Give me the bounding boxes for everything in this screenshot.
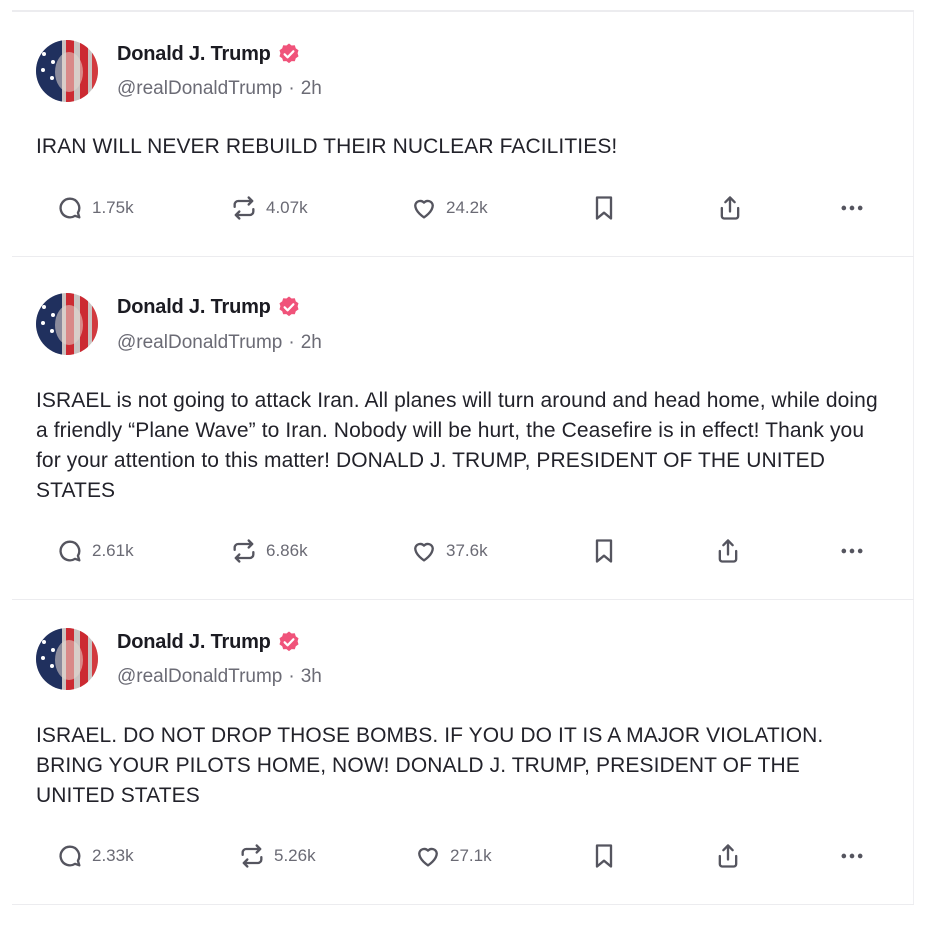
heart-icon [418, 847, 438, 867]
post[interactable]: Donald J. Trump @realDonaldTrump · 2h ISRA… [12, 256, 914, 599]
verified-badge-icon [279, 296, 299, 317]
like-button[interactable]: 37.6k [410, 537, 488, 565]
share-button[interactable] [716, 194, 744, 222]
avatar[interactable] [36, 628, 98, 690]
post-time[interactable]: 2h [301, 78, 322, 99]
feed: Donald J. Trump @realDonaldTrump · 2h IRAN… [0, 0, 928, 931]
bookmark-icon [595, 539, 613, 563]
reply-button[interactable]: 2.61k [56, 537, 134, 565]
separator: · [288, 78, 295, 99]
reply-button[interactable]: 2.33k [56, 842, 134, 870]
next-post-edge [12, 904, 914, 931]
previous-post-edge [12, 0, 914, 11]
post[interactable]: Donald J. Trump @realDonaldTrump · 2h IRAN… [12, 11, 914, 256]
post-text: IRAN WILL NEVER REBUILD THEIR NUCLEAR FA… [36, 135, 618, 158]
avatar[interactable] [36, 40, 98, 102]
verified-badge-icon [279, 631, 299, 652]
more-icon [841, 853, 863, 859]
more-icon [841, 548, 863, 554]
share-icon [718, 539, 738, 563]
repost-button[interactable]: 5.26k [238, 842, 316, 870]
author-name[interactable]: Donald J. Trump [117, 43, 271, 66]
like-count: 27.1k [450, 846, 492, 865]
action-bar: 1.75k 4.07k 24.2k [12, 194, 914, 230]
verified-badge-icon [279, 43, 299, 64]
separator: · [288, 666, 295, 687]
repost-icon [233, 539, 255, 563]
reply-button[interactable]: 1.75k [56, 194, 134, 222]
more-icon [841, 205, 863, 211]
heart-icon [414, 199, 434, 219]
separator: · [288, 332, 295, 353]
reply-count: 1.75k [92, 198, 134, 217]
bookmark-icon [595, 196, 613, 220]
author-name[interactable]: Donald J. Trump [117, 296, 271, 319]
like-count: 24.2k [446, 198, 488, 217]
reply-count: 2.33k [92, 846, 134, 865]
reply-icon [59, 845, 81, 867]
share-icon [718, 844, 738, 868]
post-time[interactable]: 3h [301, 666, 322, 687]
repost-button[interactable]: 6.86k [230, 537, 308, 565]
heart-icon [414, 542, 434, 562]
more-button[interactable] [838, 537, 866, 565]
more-button[interactable] [838, 842, 866, 870]
post-text: ISRAEL is not going to attack Iran. All … [36, 389, 878, 502]
avatar[interactable] [36, 293, 98, 355]
action-bar: 2.33k 5.26k 27.1k [12, 842, 914, 878]
reply-icon [59, 197, 81, 219]
like-button[interactable]: 27.1k [414, 842, 492, 870]
repost-count: 6.86k [266, 541, 308, 560]
repost-count: 4.07k [266, 198, 308, 217]
repost-icon [233, 196, 255, 220]
repost-count: 5.26k [274, 846, 316, 865]
reply-count: 2.61k [92, 541, 134, 560]
share-button[interactable] [714, 537, 742, 565]
author-name[interactable]: Donald J. Trump [117, 631, 271, 654]
author-handle[interactable]: @realDonaldTrump [117, 666, 282, 687]
bookmark-button[interactable] [590, 537, 618, 565]
repost-icon [241, 844, 263, 868]
bookmark-button[interactable] [590, 194, 618, 222]
author-handle[interactable]: @realDonaldTrump [117, 78, 282, 99]
bookmark-button[interactable] [590, 842, 618, 870]
like-count: 37.6k [446, 541, 488, 560]
share-button[interactable] [714, 842, 742, 870]
author-handle[interactable]: @realDonaldTrump [117, 332, 282, 353]
reply-icon [59, 540, 81, 562]
more-button[interactable] [838, 194, 866, 222]
repost-button[interactable]: 4.07k [230, 194, 308, 222]
post[interactable]: Donald J. Trump @realDonaldTrump · 3h ISRA… [12, 599, 914, 905]
action-bar: 2.61k 6.86k 37.6k [12, 537, 914, 573]
bookmark-icon [595, 844, 613, 868]
like-button[interactable]: 24.2k [410, 194, 488, 222]
post-text: ISRAEL. DO NOT DROP THOSE BOMBS. IF YOU … [36, 724, 824, 807]
share-icon [720, 196, 740, 220]
post-time[interactable]: 2h [301, 332, 322, 353]
